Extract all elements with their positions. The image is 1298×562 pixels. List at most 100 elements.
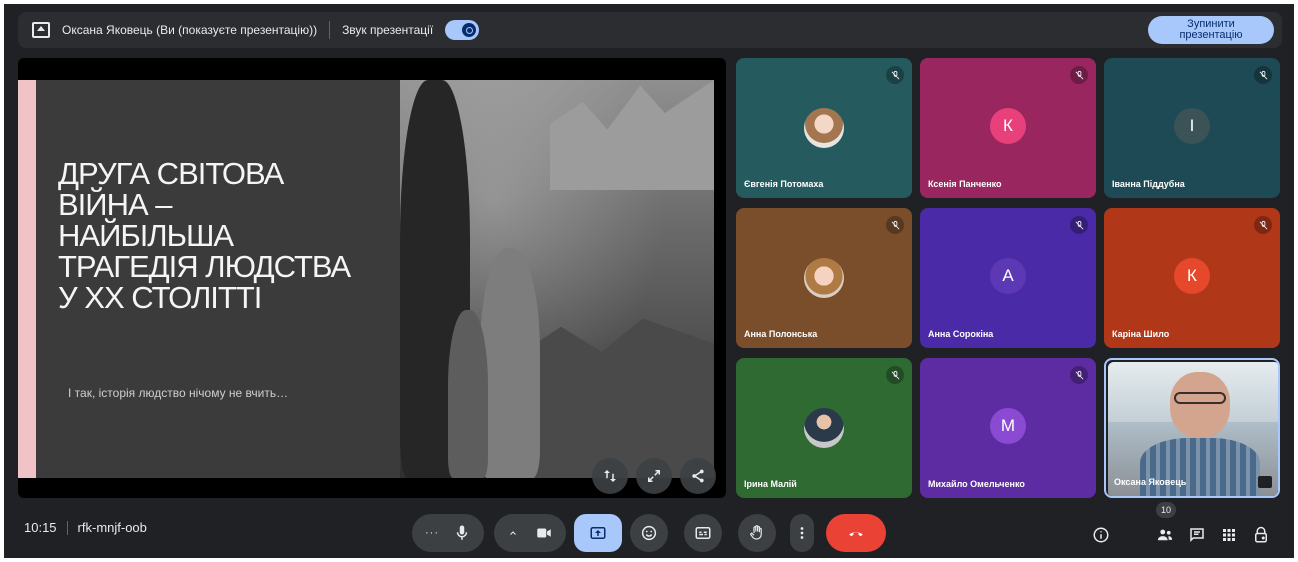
camera-control <box>494 514 566 552</box>
mic-icon[interactable] <box>453 524 471 542</box>
participant-tile[interactable]: Анна Полонська <box>736 208 912 348</box>
host-controls-button[interactable] <box>1250 524 1272 546</box>
slide-title: Друга світова війна – найбільша трагедія… <box>58 158 388 313</box>
leave-call-button[interactable] <box>826 514 886 552</box>
rubble-pile <box>510 318 714 478</box>
participant-name: Євгенія Потомаха <box>744 179 824 189</box>
stop-presenting-label-line2: презентацію <box>1179 29 1243 41</box>
avatar: К <box>990 108 1026 144</box>
share-button[interactable] <box>680 458 716 494</box>
captions-button[interactable] <box>684 514 722 552</box>
face <box>1170 372 1230 438</box>
avatar <box>804 408 844 448</box>
chat-button[interactable] <box>1186 524 1208 546</box>
people-icon <box>1157 529 1173 541</box>
small-child-figure <box>448 310 488 478</box>
slide-title-line: найбільша <box>58 218 234 253</box>
chat-icon <box>1190 528 1204 543</box>
avatar: К <box>1174 258 1210 294</box>
clock: 10:15 <box>24 520 57 535</box>
presentation-stage: Друга світова війна – найбільша трагедія… <box>18 58 726 498</box>
raise-hand-icon <box>750 525 762 540</box>
mic-off-icon <box>886 66 904 84</box>
picture-in-picture-icon[interactable] <box>1258 476 1272 488</box>
slide-title-line: Друга світова <box>58 156 284 191</box>
stop-presenting-button[interactable]: Зупинити презентацію <box>1148 16 1274 44</box>
people-button[interactable] <box>1154 524 1176 546</box>
apps-icon <box>1223 529 1235 541</box>
present-to-all-icon <box>590 527 606 539</box>
present-button[interactable] <box>574 514 622 552</box>
avatar <box>804 108 844 148</box>
activities-button[interactable] <box>1218 524 1240 546</box>
avatar <box>804 258 844 298</box>
lock-person-icon <box>1255 526 1267 543</box>
swap-layout-button[interactable] <box>592 458 628 494</box>
meet-window: Оксана Яковець (Ви (показуєте презентаці… <box>4 4 1294 558</box>
participant-tile[interactable]: М Михайло Омельченко <box>920 358 1096 498</box>
participant-tile[interactable]: І Іванна Піддубна <box>1104 58 1280 198</box>
slide-photo <box>400 80 714 478</box>
audio-options-button[interactable]: ··· <box>425 527 439 539</box>
more-vert-icon <box>800 527 804 539</box>
presenting-bar: Оксана Яковець (Ви (показуєте презентаці… <box>18 12 1282 48</box>
participant-tile[interactable]: Євгенія Потомаха <box>736 58 912 198</box>
expand-icon <box>648 470 660 482</box>
mic-off-icon <box>1070 366 1088 384</box>
participant-name: Іванна Піддубна <box>1112 179 1185 189</box>
slide-title-line: трагедія людства <box>58 249 351 284</box>
participant-tile[interactable]: К Каріна Шило <box>1104 208 1280 348</box>
participant-name: Ксенія Панченко <box>928 179 1002 189</box>
info-icon <box>1093 527 1109 543</box>
divider <box>66 520 68 535</box>
participant-tile[interactable]: Ірина Малій <box>736 358 912 498</box>
sweater <box>1140 438 1260 496</box>
toggle-knob-icon <box>462 23 477 37</box>
meeting-info: 10:15 rfk-mnjf-oob <box>24 520 147 535</box>
swap-vert-icon <box>604 470 616 482</box>
mic-off-icon <box>1070 216 1088 234</box>
presenter-label: Оксана Яковець (Ви (показуєте презентаці… <box>62 23 318 37</box>
mic-off-icon <box>1254 66 1272 84</box>
emoji-icon <box>641 525 657 541</box>
raise-hand-button[interactable] <box>738 514 776 552</box>
mic-off-icon <box>1254 216 1272 234</box>
participant-name: Михайло Омельченко <box>928 479 1025 489</box>
glasses <box>1174 392 1226 404</box>
mic-off-icon <box>886 366 904 384</box>
more-options-button[interactable] <box>790 514 814 552</box>
slide: Друга світова війна – найбільша трагедія… <box>18 80 714 478</box>
participant-name: Ірина Малій <box>744 479 797 489</box>
divider <box>329 21 331 39</box>
ruined-wall <box>550 80 714 190</box>
participant-tile[interactable]: А Анна Сорокіна <box>920 208 1096 348</box>
participant-tile[interactable]: К Ксенія Панченко <box>920 58 1096 198</box>
share-icon <box>692 469 704 483</box>
meeting-code: rfk-mnjf-oob <box>77 520 147 535</box>
emoji-button[interactable] <box>630 514 668 552</box>
mic-off-icon <box>886 216 904 234</box>
chevron-up-icon[interactable] <box>507 527 519 539</box>
participant-name: Анна Сорокіна <box>928 329 994 339</box>
participant-count-badge: 10 <box>1156 502 1176 518</box>
participant-name: Каріна Шило <box>1112 329 1170 339</box>
child-figure <box>480 248 540 478</box>
presentation-audio-toggle[interactable] <box>445 20 480 40</box>
avatar: М <box>990 408 1026 444</box>
avatar: І <box>1174 108 1210 144</box>
participant-name: Оксана Яковець <box>1114 477 1187 487</box>
participant-name: Анна Полонська <box>744 329 818 339</box>
captions-icon <box>695 527 711 539</box>
self-video-tile[interactable]: Оксана Яковець <box>1104 358 1280 498</box>
call-end-icon <box>849 532 863 537</box>
meeting-details-button[interactable] <box>1090 524 1112 546</box>
slide-title-line: війна – <box>58 187 173 222</box>
mic-control: ··· <box>412 514 484 552</box>
avatar: А <box>990 258 1026 294</box>
presentation-audio-label: Звук презентації <box>342 23 434 37</box>
slide-accent-stripe <box>18 80 36 478</box>
fullscreen-button[interactable] <box>636 458 672 494</box>
videocam-icon[interactable] <box>535 524 553 542</box>
slide-title-line: у XX столітті <box>58 280 262 315</box>
mic-off-icon <box>1070 66 1088 84</box>
